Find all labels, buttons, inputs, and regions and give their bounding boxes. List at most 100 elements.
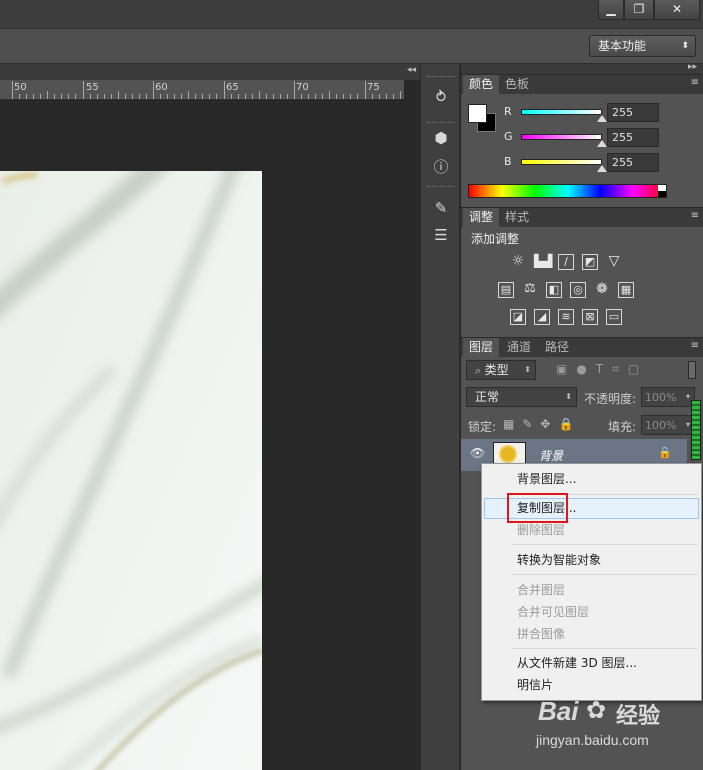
minimize-button[interactable]: ▁ — [598, 0, 624, 20]
ruler-tick — [33, 94, 35, 99]
vibrance-icon[interactable]: ▽ — [606, 254, 622, 270]
channel-mixer-icon[interactable]: ❁ — [594, 282, 610, 298]
tab-styles[interactable]: 样式 — [499, 208, 535, 228]
tab-adjustments[interactable]: 调整 — [463, 208, 500, 228]
panel-menu-icon[interactable]: ≡ — [691, 340, 699, 351]
maximize-button[interactable]: ❐ — [624, 0, 654, 20]
tab-color[interactable]: 颜色 — [463, 75, 500, 95]
menu-item-new-3d-layer[interactable]: 从文件新建 3D 图层... — [484, 653, 699, 674]
ruler-tick — [68, 94, 70, 99]
ruler-tick — [265, 94, 267, 99]
slider-thumb-icon[interactable] — [597, 140, 607, 147]
ruler-tick — [195, 94, 197, 99]
ruler-tick — [138, 94, 140, 99]
filter-label: 类型 — [484, 363, 509, 377]
ruler-tick — [181, 94, 183, 99]
green-value-input[interactable]: 255 — [607, 128, 659, 147]
panel-menu-icon[interactable]: ≡ — [691, 77, 699, 88]
history-icon[interactable]: ⥁ — [430, 86, 452, 108]
collapse-icon[interactable]: ▸▸ — [688, 62, 697, 72]
menu-item-merge-layers[interactable]: 合并图层 — [484, 580, 699, 601]
black-white-swatch[interactable] — [658, 185, 666, 197]
ruler-label: 50 — [14, 82, 27, 93]
title-bar: ▁ ❐ ✕ — [0, 0, 703, 28]
foreground-swatch[interactable] — [468, 104, 487, 123]
close-button[interactable]: ✕ — [654, 0, 700, 20]
tab-paths[interactable]: 路径 — [539, 338, 575, 358]
posterize-icon[interactable]: ◢ — [534, 309, 550, 325]
blend-mode-dropdown[interactable]: 正常 ⬍ — [466, 387, 577, 407]
ruler-tick — [54, 94, 56, 99]
slider-thumb-icon[interactable] — [597, 165, 607, 172]
lock-label: 锁定: — [468, 420, 497, 434]
ruler-tick — [258, 91, 260, 99]
ruler-tick — [399, 91, 401, 99]
ruler-tick — [294, 81, 295, 99]
blue-track[interactable] — [521, 159, 602, 165]
properties-icon[interactable]: ☰ — [430, 224, 452, 246]
ruler-tick — [47, 91, 49, 99]
blend-mode-value: 正常 — [475, 390, 500, 404]
fill-input[interactable]: 100% ▾ — [641, 415, 695, 435]
invert-icon[interactable]: ◪ — [510, 309, 526, 325]
visibility-eye-icon[interactable]: 👁 — [470, 446, 485, 460]
ruler-tick — [131, 94, 133, 99]
panel-menu-icon[interactable]: ≡ — [691, 210, 699, 221]
color-spectrum-bar[interactable] — [468, 184, 667, 198]
menu-item-convert-smart-object[interactable]: 转换为智能对象 — [484, 550, 699, 571]
info-icon[interactable]: ⓘ — [430, 156, 452, 178]
red-track[interactable] — [521, 109, 602, 115]
collapse-panels-icon[interactable]: ◂◂ — [407, 65, 416, 75]
workspace-dropdown[interactable]: 基本功能 ⬍ — [589, 35, 696, 57]
hue-saturation-icon[interactable]: ▤ — [498, 282, 514, 298]
panel-icon-strip: ⥁ ⬢ ⓘ ✎ ☰ — [420, 64, 460, 770]
ruler-label: 65 — [226, 82, 239, 93]
ruler-tick — [188, 91, 190, 99]
opacity-input[interactable]: 100% ▾ — [641, 387, 695, 407]
scrollbar[interactable] — [691, 400, 701, 460]
lock-icons[interactable]: ▦✎✥🔒 — [503, 417, 581, 431]
red-value-input[interactable]: 255 — [607, 103, 659, 122]
color-lookup-icon[interactable]: ▦ — [618, 282, 634, 298]
exposure-icon[interactable]: ◩ — [582, 254, 598, 270]
tab-channels[interactable]: 通道 — [501, 338, 537, 358]
menu-separator — [512, 544, 697, 545]
brush-icon[interactable]: ✎ — [430, 197, 452, 219]
3d-icon[interactable]: ⬢ — [430, 127, 452, 149]
gradient-map-icon[interactable]: ⊠ — [582, 309, 598, 325]
menu-item-background-layer[interactable]: 背景图层... — [484, 469, 699, 490]
green-track[interactable] — [521, 134, 602, 140]
ruler-tick — [40, 94, 42, 99]
document-canvas[interactable] — [0, 101, 420, 770]
color-balance-icon[interactable]: ⚖ — [522, 282, 538, 298]
dropdown-arrow-icon: ▾ — [685, 392, 690, 401]
slider-thumb-icon[interactable] — [597, 115, 607, 122]
ruler-tick — [322, 94, 324, 99]
levels-icon[interactable]: ▙▟ — [534, 254, 552, 270]
ruler-label: 70 — [296, 82, 309, 93]
menu-separator — [512, 648, 697, 649]
dropdown-arrow-icon: ⬍ — [524, 365, 531, 374]
blue-value-input[interactable]: 255 — [607, 153, 659, 172]
ruler-tick — [223, 81, 225, 99]
menu-item-merge-visible[interactable]: 合并可见图层 — [484, 602, 699, 623]
black-white-icon[interactable]: ◧ — [546, 282, 562, 298]
photo-filter-icon[interactable]: ◎ — [570, 282, 586, 298]
ruler-tick — [315, 94, 317, 99]
menu-item-delete-layer[interactable]: 删除图层 — [484, 520, 699, 541]
brightness-icon[interactable]: ☼ — [510, 254, 526, 270]
layer-filter-dropdown[interactable]: ⌕ 类型 ⬍ — [466, 360, 536, 380]
ruler-tick — [209, 94, 211, 99]
ruler-tick — [272, 94, 274, 99]
selective-color-icon[interactable]: ▭ — [606, 309, 622, 325]
ruler-tick — [145, 94, 147, 99]
layer-name[interactable]: 背景 — [539, 447, 563, 464]
layer-filter-icons[interactable]: ▣●T⌗▢ — [556, 362, 648, 377]
filter-toggle[interactable] — [688, 361, 696, 379]
ruler-tick — [371, 94, 373, 99]
tab-swatches[interactable]: 色板 — [499, 75, 535, 95]
tab-layers[interactable]: 图层 — [463, 338, 500, 358]
threshold-icon[interactable]: ≋ — [558, 309, 574, 325]
curves-icon[interactable]: ∕ — [558, 254, 574, 270]
menu-item-flatten-image[interactable]: 拼合图像 — [484, 624, 699, 645]
